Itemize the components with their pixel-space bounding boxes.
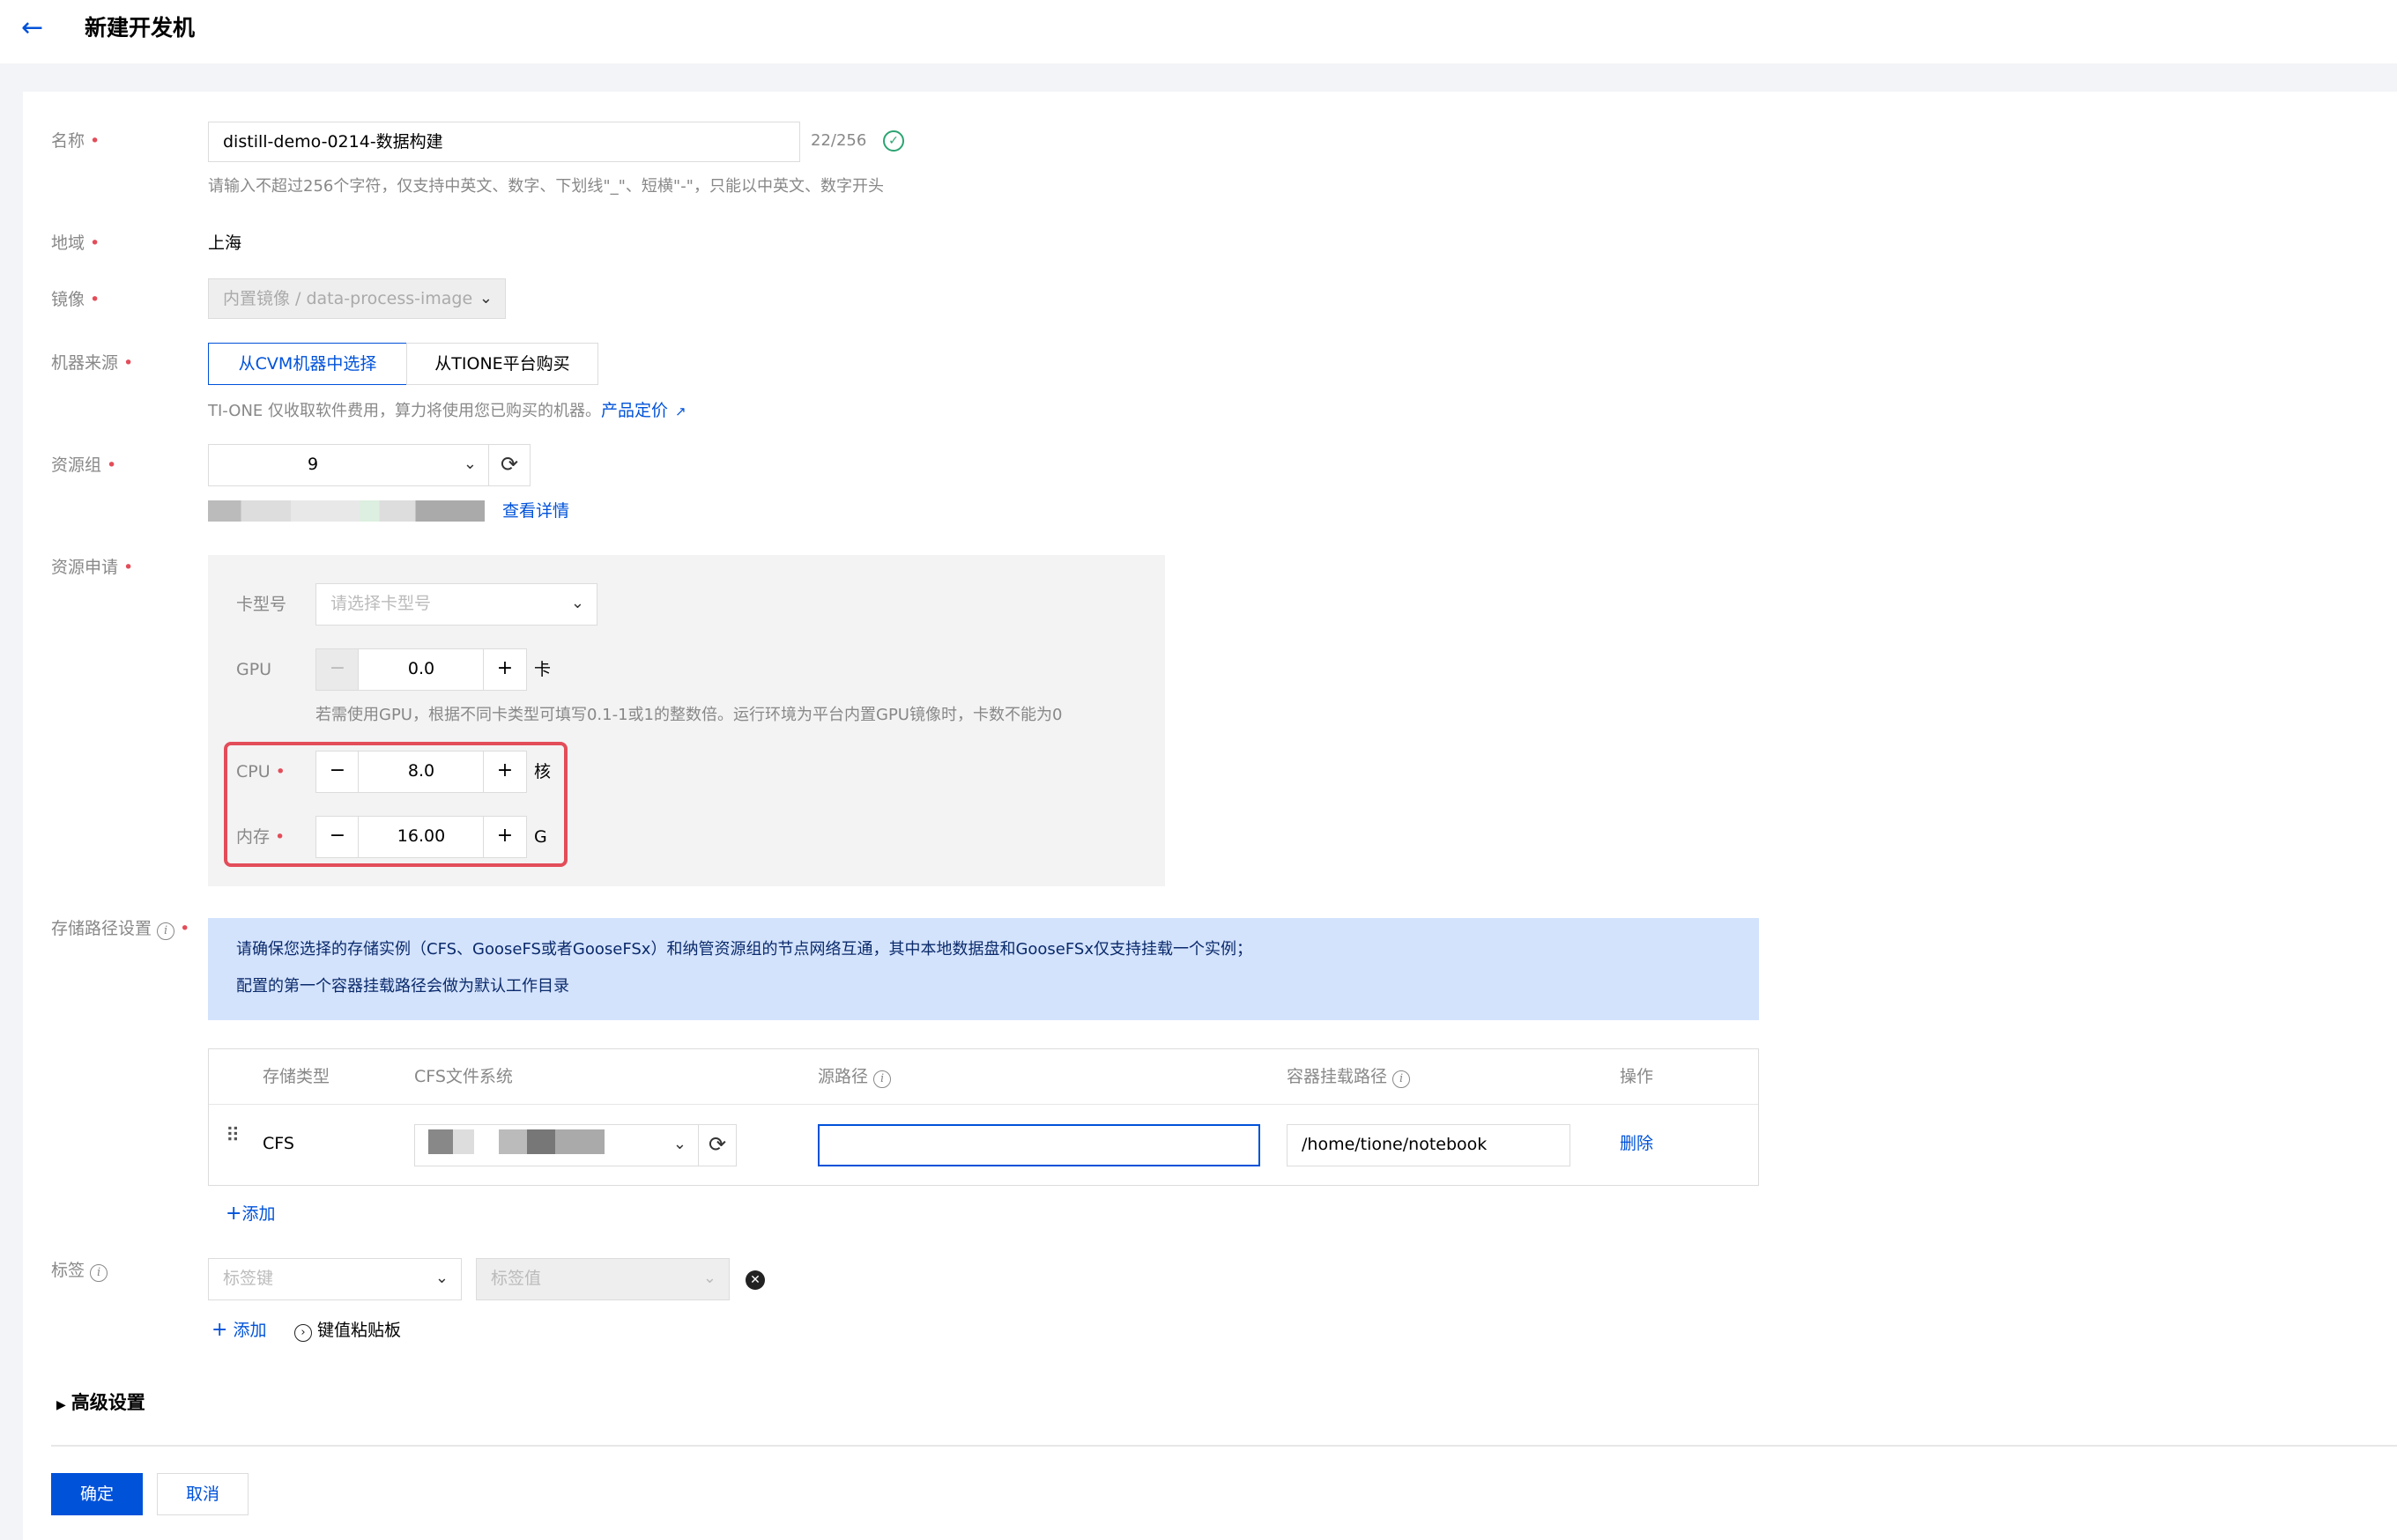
storage-notice-line1: 请确保您选择的存储实例（CFS、GooseFS或者GooseFSx）和纳管资源组… bbox=[236, 940, 1252, 959]
source-option-cvm[interactable]: 从CVM机器中选择 bbox=[208, 343, 407, 385]
storage-notice-line2: 配置的第一个容器挂载路径会做为默认工作目录 bbox=[236, 977, 569, 996]
memory-unit: G bbox=[534, 827, 547, 847]
col-source-path: 源路径 i bbox=[818, 1064, 892, 1089]
machine-source-label: 机器来源 • bbox=[51, 353, 134, 373]
refresh-icon[interactable]: ⟳ bbox=[698, 1124, 737, 1166]
external-link-icon: ↗ bbox=[675, 404, 686, 419]
add-tag-button[interactable]: + 添加 bbox=[212, 1318, 267, 1343]
info-icon[interactable]: i bbox=[873, 1070, 892, 1088]
region-label: 地域 • bbox=[51, 233, 100, 253]
name-input[interactable]: distill-demo-0214-数据构建 bbox=[208, 122, 800, 162]
storage-label: 存储路径设置 i • bbox=[51, 919, 190, 940]
cpu-label: CPU • bbox=[236, 762, 286, 781]
memory-decrement-button[interactable]: − bbox=[315, 816, 360, 858]
memory-increment-button[interactable]: + bbox=[483, 816, 527, 858]
col-storage-type: 存储类型 bbox=[263, 1067, 330, 1086]
advanced-settings-toggle[interactable]: ▶ 高级设置 bbox=[56, 1390, 145, 1418]
tag-key-select[interactable]: 标签键 ⌄ bbox=[208, 1258, 462, 1300]
gpu-value[interactable]: 0.0 bbox=[358, 648, 485, 691]
machine-source-hint: TI-ONE 仅收取软件费用，算力将使用您已购买的机器。产品定价 ↗ bbox=[208, 401, 686, 420]
resource-group-info-redacted bbox=[208, 500, 485, 522]
storage-notice bbox=[208, 918, 1759, 1020]
arrow-left-icon[interactable]: ← bbox=[21, 12, 56, 44]
source-path-input[interactable] bbox=[818, 1124, 1260, 1166]
delete-row-link[interactable]: 删除 bbox=[1620, 1131, 1653, 1156]
table-header-divider bbox=[209, 1104, 1758, 1105]
page-title: 新建开发机 bbox=[85, 15, 196, 41]
name-label: 名称 • bbox=[51, 131, 100, 151]
gpu-unit: 卡 bbox=[534, 660, 552, 679]
card-type-select[interactable]: 请选择卡型号 ⌄ bbox=[315, 583, 597, 626]
cpu-value[interactable]: 8.0 bbox=[358, 751, 485, 793]
col-cfs: CFS文件系统 bbox=[414, 1067, 513, 1086]
col-action: 操作 bbox=[1620, 1067, 1654, 1086]
footer-divider bbox=[51, 1445, 2397, 1447]
col-mount-path: 容器挂载路径 i bbox=[1287, 1064, 1411, 1089]
check-circle-icon: ✓ bbox=[883, 130, 904, 152]
chevron-down-icon: ⌄ bbox=[672, 1135, 686, 1153]
info-icon[interactable]: i bbox=[157, 922, 175, 940]
image-label: 镜像 • bbox=[51, 290, 100, 309]
caret-right-icon: ▶ bbox=[56, 1398, 66, 1412]
confirm-button[interactable]: 确定 bbox=[51, 1473, 143, 1515]
name-hint: 请输入不超过256个字符，仅支持中英文、数字、下划线"_"、短横"-"，只能以中… bbox=[208, 177, 884, 196]
memory-label: 内存 • bbox=[236, 827, 286, 847]
card-type-label: 卡型号 bbox=[236, 595, 287, 614]
cpu-increment-button[interactable]: + bbox=[483, 751, 527, 793]
cpu-decrement-button[interactable]: − bbox=[315, 751, 360, 793]
resource-request-label: 资源申请 • bbox=[51, 558, 134, 577]
memory-value[interactable]: 16.00 bbox=[358, 816, 485, 858]
top-bar bbox=[0, 0, 2397, 63]
cancel-button[interactable]: 取消 bbox=[157, 1473, 249, 1515]
cfs-value-redacted bbox=[428, 1129, 605, 1154]
info-icon[interactable]: i bbox=[90, 1264, 108, 1282]
resource-group-select[interactable]: 9 ⌄ bbox=[208, 444, 490, 486]
chevron-down-icon: ⌄ bbox=[570, 594, 584, 612]
pricing-link[interactable]: 产品定价 bbox=[601, 401, 668, 420]
tags-label: 标签 i bbox=[51, 1258, 108, 1283]
resource-group-label: 资源组 • bbox=[51, 455, 117, 475]
cpu-unit: 核 bbox=[534, 762, 552, 781]
gpu-increment-button[interactable]: + bbox=[483, 648, 527, 691]
row-storage-type: CFS bbox=[263, 1134, 294, 1153]
gpu-decrement-button: − bbox=[315, 648, 360, 691]
drag-handle-icon[interactable]: ⠿ bbox=[226, 1126, 240, 1147]
chevron-down-icon: ⌄ bbox=[479, 289, 493, 307]
source-option-tione[interactable]: 从TIONE平台购买 bbox=[406, 343, 598, 385]
region-value: 上海 bbox=[208, 233, 242, 253]
chevron-down-icon: ⌄ bbox=[463, 455, 477, 473]
add-storage-button[interactable]: +添加 bbox=[226, 1202, 275, 1226]
clear-icon[interactable]: ✕ bbox=[746, 1270, 765, 1290]
chevron-down-icon: ⌄ bbox=[434, 1269, 449, 1287]
gpu-label: GPU bbox=[236, 660, 272, 679]
view-detail-link[interactable]: 查看详情 bbox=[502, 499, 569, 523]
gpu-hint: 若需使用GPU，根据不同卡类型可填写0.1-1或1的整数倍。运行环境为平台内置G… bbox=[315, 706, 1063, 724]
info-icon[interactable]: i bbox=[1392, 1070, 1411, 1088]
clipboard-button[interactable]: › 键值粘贴板 bbox=[294, 1318, 401, 1343]
chevron-right-circle-icon: › bbox=[294, 1324, 312, 1342]
image-select: 内置镜像 / data-process-image ⌄ bbox=[208, 278, 506, 319]
name-counter: 22/256 bbox=[811, 131, 867, 150]
mount-path-input[interactable]: /home/tione/notebook bbox=[1287, 1124, 1570, 1166]
chevron-down-icon: ⌄ bbox=[702, 1269, 716, 1287]
refresh-icon[interactable]: ⟳ bbox=[488, 444, 531, 486]
tag-value-select: 标签值 ⌄ bbox=[476, 1258, 730, 1300]
